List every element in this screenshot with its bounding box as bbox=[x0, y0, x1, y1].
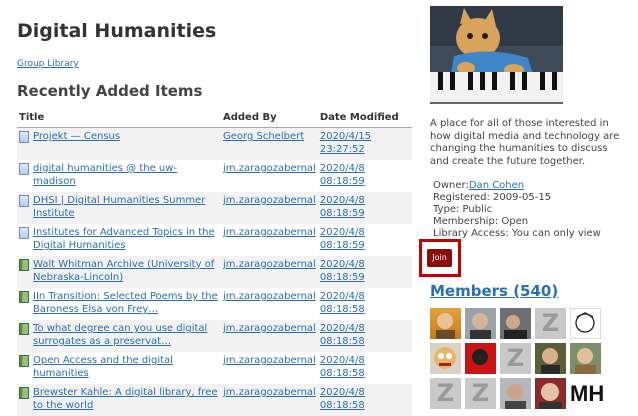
page-title: Digital Humanities bbox=[17, 20, 217, 42]
group-description: A place for all of those interested in h… bbox=[430, 118, 620, 167]
avatar-photo bbox=[436, 313, 455, 339]
member-avatar-default[interactable]: Z bbox=[500, 343, 531, 374]
avatar-photo bbox=[470, 313, 491, 339]
table-row[interactable]: Walt Whitman Archive (University of Nebr… bbox=[17, 256, 412, 288]
member-avatar[interactable] bbox=[535, 378, 566, 409]
book-icon bbox=[19, 355, 29, 367]
date-modified-link[interactable]: 2020/4/8 08:18:58 bbox=[320, 387, 365, 411]
avatar-photo bbox=[504, 315, 527, 339]
member-avatar[interactable] bbox=[430, 343, 461, 374]
owner-label: Owner: bbox=[433, 180, 469, 191]
owner-row: Owner:Dan Cohen bbox=[433, 180, 601, 192]
member-avatar-default[interactable]: Z bbox=[535, 308, 566, 339]
recent-items-heading: Recently Added Items bbox=[17, 82, 203, 100]
item-title-link[interactable]: digital humanities @ the uw-madison bbox=[33, 162, 219, 188]
document-icon bbox=[19, 195, 29, 207]
table-row[interactable]: Projekt — Census Georg Schelbert 2020/4/… bbox=[17, 127, 412, 160]
date-modified-link[interactable]: 2020/4/8 08:18:58 bbox=[320, 323, 365, 347]
column-date-modified[interactable]: Date Modified bbox=[317, 107, 412, 128]
date-modified-link[interactable]: 2020/4/15 23:27:52 bbox=[320, 131, 371, 155]
column-added-by[interactable]: Added By bbox=[221, 107, 318, 128]
member-avatar[interactable] bbox=[465, 308, 496, 339]
member-avatar[interactable] bbox=[570, 308, 601, 339]
avatar-photo bbox=[505, 384, 526, 409]
item-title-link[interactable]: IIn Transition: Selected Poems by the Ba… bbox=[33, 290, 219, 316]
table-row[interactable]: Institutes for Advanced Topics in the Di… bbox=[17, 224, 412, 256]
added-by-link[interactable]: jm.zaragozabernal bbox=[223, 355, 316, 366]
membership-status: Membership: Open bbox=[433, 216, 529, 227]
item-title-link[interactable]: Institutes for Advanced Topics in the Di… bbox=[33, 226, 219, 252]
group-library-link[interactable]: Group Library bbox=[17, 59, 79, 69]
date-modified-link[interactable]: 2020/4/8 08:18:59 bbox=[320, 259, 365, 283]
book-icon bbox=[19, 259, 29, 271]
added-by-link[interactable]: Georg Schelbert bbox=[223, 131, 304, 142]
member-avatar[interactable] bbox=[500, 308, 531, 339]
table-header-row: Title Added By Date Modified bbox=[17, 107, 412, 128]
added-by-link[interactable]: jm.zaragozabernal bbox=[223, 259, 316, 270]
date-modified-link[interactable]: 2020/4/8 08:18:59 bbox=[320, 227, 365, 251]
added-by-link[interactable]: jm.zaragozabernal bbox=[223, 195, 316, 206]
document-icon bbox=[19, 131, 29, 143]
book-icon bbox=[19, 291, 29, 303]
document-icon bbox=[19, 163, 29, 175]
item-title-link[interactable]: DHSI | Digital Humanities Summer Institu… bbox=[33, 194, 219, 220]
avatar-cartoon bbox=[434, 347, 456, 369]
added-by-link[interactable]: jm.zaragozabernal bbox=[223, 291, 316, 302]
avatar-photo bbox=[539, 383, 562, 409]
table-row[interactable]: digital humanities @ the uw-madison jm.z… bbox=[17, 160, 412, 192]
date-modified-link[interactable]: 2020/4/8 08:18:58 bbox=[320, 291, 365, 315]
avatar-photo bbox=[472, 349, 488, 365]
document-icon bbox=[19, 227, 29, 239]
added-by-link[interactable]: jm.zaragozabernal bbox=[223, 163, 316, 174]
group-type: Type: Public bbox=[433, 204, 493, 215]
member-avatar-initials[interactable]: MH bbox=[570, 378, 604, 409]
date-modified-link[interactable]: 2020/4/8 08:18:58 bbox=[320, 355, 365, 379]
added-by-link[interactable]: jm.zaragozabernal bbox=[223, 323, 316, 334]
registered-date: Registered: 2009-05-15 bbox=[433, 192, 552, 203]
member-avatar[interactable] bbox=[465, 343, 496, 374]
member-avatar[interactable] bbox=[430, 308, 461, 339]
book-icon bbox=[19, 387, 29, 399]
group-image bbox=[430, 6, 563, 104]
member-avatar-default[interactable]: Z bbox=[465, 378, 496, 409]
item-title-link[interactable]: To what degree can you use digital surro… bbox=[33, 322, 219, 348]
join-button[interactable]: Join bbox=[427, 249, 452, 267]
table-row[interactable]: Brewster Kahle: A digital library, free … bbox=[17, 384, 412, 416]
avatar-photo bbox=[575, 348, 596, 374]
table-row[interactable]: DHSI | Digital Humanities Summer Institu… bbox=[17, 192, 412, 224]
members-link[interactable]: Members (540) bbox=[430, 282, 558, 300]
member-avatar-default[interactable]: Z bbox=[430, 378, 461, 409]
item-title-link[interactable]: Open Access and the digital humanities bbox=[33, 354, 219, 380]
date-modified-link[interactable]: 2020/4/8 08:18:59 bbox=[320, 163, 365, 187]
owner-link[interactable]: Dan Cohen bbox=[469, 180, 524, 191]
join-highlight: Join bbox=[419, 239, 461, 277]
column-title[interactable]: Title bbox=[17, 107, 221, 128]
keyboard-cat-image bbox=[430, 6, 563, 104]
table-row[interactable]: To what degree can you use digital surro… bbox=[17, 320, 412, 352]
avatar-sketch bbox=[575, 312, 595, 333]
item-title-link[interactable]: Projekt — Census bbox=[33, 130, 120, 143]
item-title-link[interactable]: Brewster Kahle: A digital library, free … bbox=[33, 386, 219, 412]
added-by-link[interactable]: jm.zaragozabernal bbox=[223, 227, 316, 238]
avatar-photo bbox=[541, 348, 560, 374]
table-row[interactable]: Open Access and the digital humanities j… bbox=[17, 352, 412, 384]
added-by-link[interactable]: jm.zaragozabernal bbox=[223, 387, 316, 398]
item-title-link[interactable]: Walt Whitman Archive (University of Nebr… bbox=[33, 258, 219, 284]
recent-items-table: Title Added By Date Modified Projekt — C… bbox=[17, 107, 412, 416]
member-avatar[interactable] bbox=[535, 343, 566, 374]
table-row[interactable]: IIn Transition: Selected Poems by the Ba… bbox=[17, 288, 412, 320]
member-avatar[interactable] bbox=[500, 378, 531, 409]
group-info: Owner:Dan Cohen Registered: 2009-05-15 T… bbox=[433, 180, 601, 240]
book-icon bbox=[19, 323, 29, 335]
member-avatar[interactable] bbox=[570, 343, 601, 374]
date-modified-link[interactable]: 2020/4/8 08:18:59 bbox=[320, 195, 365, 219]
